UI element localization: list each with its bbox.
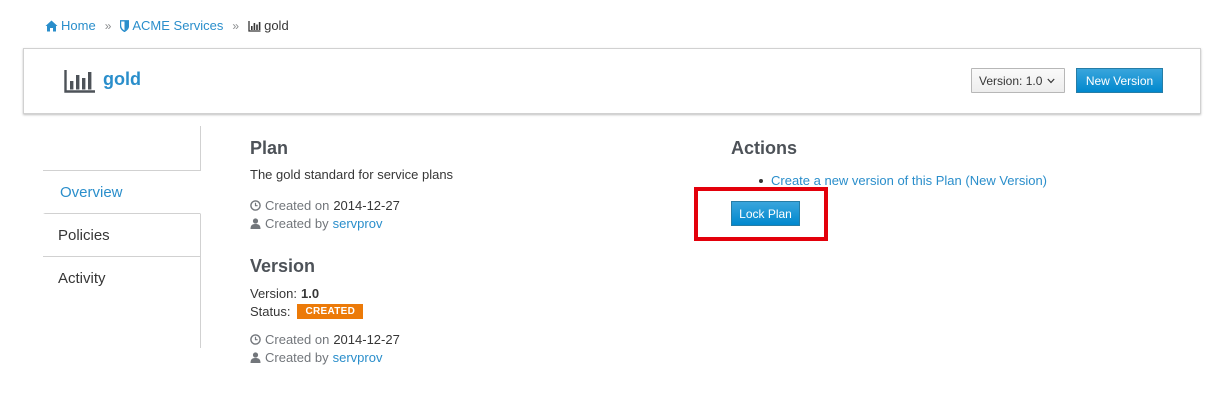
actions-list: Create a new version of this Plan (New V… <box>731 173 1191 188</box>
plan-details: Plan The gold standard for service plans… <box>250 138 670 366</box>
page: Home » ACME Services » gold gold Version… <box>0 0 1220 402</box>
actions-heading: Actions <box>731 138 798 158</box>
clock-icon <box>250 333 261 345</box>
breadcrumb-current-label: gold <box>264 18 289 33</box>
clock-icon <box>250 199 261 211</box>
sidebar-nav: Overview Policies Activity <box>43 126 201 348</box>
plan-created-on: Created on 2014-12-27 <box>250 196 670 214</box>
breadcrumb-org[interactable]: ACME Services <box>120 18 223 33</box>
user-icon <box>250 217 261 229</box>
home-icon <box>45 20 58 31</box>
sidebar-item-activity[interactable]: Activity <box>43 257 200 300</box>
plan-description: The gold standard for service plans <box>250 167 454 182</box>
created-on-value: 2014-12-27 <box>333 331 400 347</box>
sidebar-item-policies[interactable]: Policies <box>43 214 200 257</box>
page-title: gold <box>103 69 141 89</box>
status-label: Status: <box>250 303 291 319</box>
sidebar-item-overview[interactable]: Overview <box>43 171 201 214</box>
version-select[interactable]: Version: 1.0 <box>971 68 1065 93</box>
new-version-button[interactable]: New Version <box>1076 68 1163 93</box>
plan-header: gold Version: 1.0 New Version <box>23 48 1201 114</box>
sidebar-spacer <box>43 126 200 171</box>
breadcrumb-org-link[interactable]: ACME Services <box>132 18 223 33</box>
version-label: Version: <box>250 285 297 301</box>
created-on-value: 2014-12-27 <box>333 197 400 213</box>
chevron-down-icon <box>1047 78 1056 83</box>
actions-panel: Actions Create a new version of this Pla… <box>731 138 1191 188</box>
breadcrumb-separator: » <box>232 18 240 33</box>
plan-meta: Created on 2014-12-27 Created by servpro… <box>250 196 670 232</box>
version-status: Status: CREATED <box>250 302 670 320</box>
breadcrumb-separator: » <box>104 18 112 33</box>
created-on-label: Created on <box>265 197 330 213</box>
breadcrumb: Home » ACME Services » gold <box>45 18 289 33</box>
plan-created-by: Created by servprov <box>250 214 670 232</box>
user-icon <box>250 351 261 363</box>
version-meta: Created on 2014-12-27 Created by servpro… <box>250 330 670 366</box>
created-by-label: Created by <box>265 215 329 231</box>
new-version-link[interactable]: Create a new version of this Plan (New V… <box>771 173 1047 188</box>
created-on-label: Created on <box>265 331 330 347</box>
created-by-link[interactable]: servprov <box>333 216 383 231</box>
created-by-label: Created by <box>265 349 329 365</box>
breadcrumb-home-link[interactable]: Home <box>61 18 96 33</box>
version-created-by: Created by servprov <box>250 348 670 366</box>
bullet <box>759 178 763 183</box>
breadcrumb-current: gold <box>248 18 289 33</box>
breadcrumb-home[interactable]: Home <box>45 18 96 33</box>
shield-icon <box>120 19 130 32</box>
lock-plan-button[interactable]: Lock Plan <box>731 201 800 226</box>
bar-chart-icon <box>64 70 95 93</box>
version-number: Version: 1.0 <box>250 284 670 302</box>
version-details: Version Version: 1.0 Status: CREATED Cre… <box>250 256 670 366</box>
status-badge: CREATED <box>297 303 364 319</box>
plan-heading: Plan <box>250 138 289 158</box>
created-by-link[interactable]: servprov <box>333 350 383 365</box>
bar-chart-icon <box>248 20 261 32</box>
version-value: 1.0 <box>300 285 320 301</box>
list-item: Create a new version of this Plan (New V… <box>731 173 1191 188</box>
version-select-label: Version: 1.0 <box>979 73 1043 88</box>
version-created-on: Created on 2014-12-27 <box>250 330 670 348</box>
version-heading: Version <box>250 256 316 276</box>
